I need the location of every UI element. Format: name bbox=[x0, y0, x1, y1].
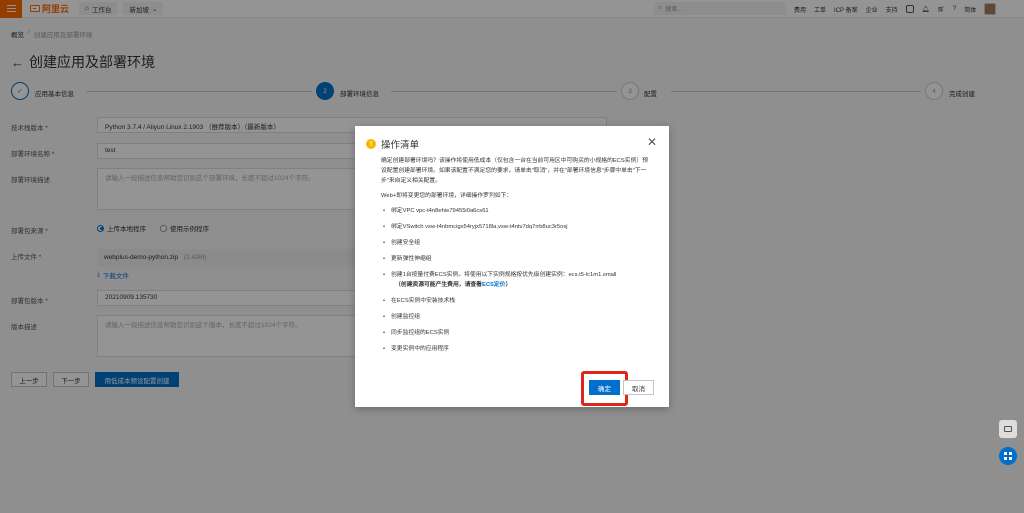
dialog-title-text: 操作清单 bbox=[381, 140, 420, 151]
list-item-ecs: 创建1台按量付费ECS实例。将使用以下实例规格按优先级创建实例：ecs.t5-l… bbox=[381, 270, 653, 290]
cancel-button[interactable]: 取消 bbox=[623, 380, 654, 395]
dialog-body: 确定创建部署环境吗？该操作将使用低成本（仅包含一台在当前可用区中可购买的小规格的… bbox=[381, 156, 653, 360]
apps-button[interactable] bbox=[999, 447, 1017, 465]
operation-list-dialog: ! 操作清单 ✕ 确定创建部署环境吗？该操作将使用低成本（仅包含一台在当前可用区… bbox=[355, 126, 669, 407]
dialog-title: ! 操作清单 bbox=[366, 137, 419, 151]
list-item: 在ECS实例中安装技术栈 bbox=[381, 296, 653, 306]
ops-list: 绑定VPC vpc-t4n8ehie79455i0a6cs61 绑定VSwitc… bbox=[381, 206, 653, 354]
cost-note: （创建资源可能产生费用，请查看ECS定价） bbox=[391, 280, 653, 290]
chat-icon bbox=[1004, 426, 1012, 432]
close-icon[interactable]: ✕ bbox=[647, 135, 657, 149]
list-item: 绑定VPC vpc-t4n8ehie79455i0a6cs61 bbox=[381, 206, 653, 216]
cost-note-prefix: （创建资源可能产生费用，请查看 bbox=[395, 282, 482, 288]
ecs-pricing-link[interactable]: ECS定价 bbox=[482, 282, 506, 288]
list-item: 更新弹性伸缩组 bbox=[381, 254, 653, 264]
list-item: 同步监控组的ECS实例 bbox=[381, 328, 653, 338]
ops-list-title: Web+即将变更您的部署环境，详细操作罗列如下： bbox=[381, 193, 513, 199]
list-item: 创建安全组 bbox=[381, 238, 653, 248]
warning-icon: ! bbox=[366, 139, 376, 149]
ecs-create-text: 创建1台按量付费ECS实例。将使用以下实例规格按优先级创建实例：ecs.t5-l… bbox=[391, 272, 617, 278]
feedback-button[interactable] bbox=[999, 420, 1017, 438]
list-item: 绑定VSwitch vsw-t4nbmcigx54ryjx5718la,vsw-… bbox=[381, 222, 653, 232]
cost-note-suffix: ） bbox=[505, 282, 512, 288]
list-item: 创建监控组 bbox=[381, 312, 653, 322]
dialog-intro-text: 确定创建部署环境吗？该操作将使用低成本（仅包含一台在当前可用区中可购买的小规格的… bbox=[381, 158, 648, 184]
confirm-button[interactable]: 确定 bbox=[589, 380, 620, 395]
list-item: 变更实例中的应用程序 bbox=[381, 344, 653, 354]
grid-icon bbox=[1004, 452, 1012, 460]
